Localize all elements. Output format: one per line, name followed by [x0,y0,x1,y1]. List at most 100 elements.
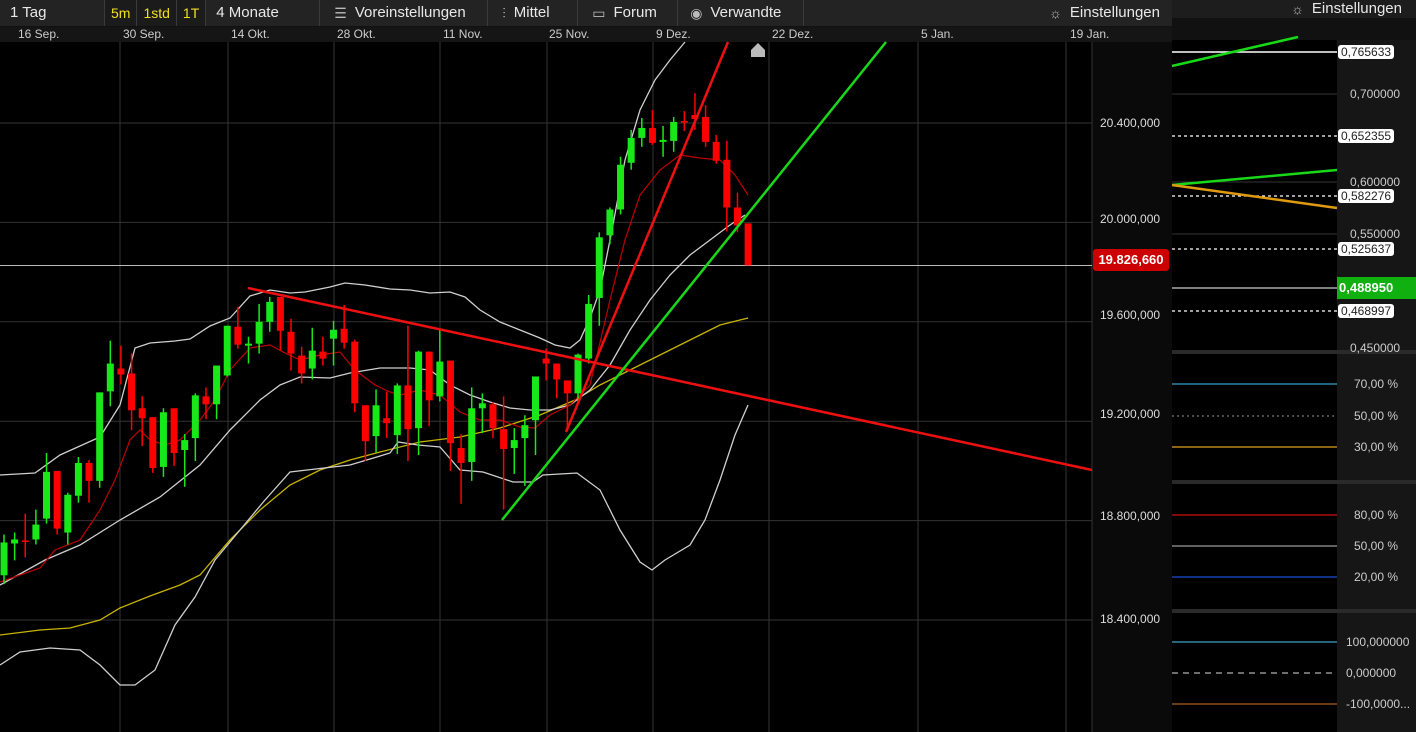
resistance-trendline [247,286,1093,472]
y-tick-label: 18.400,000 [1100,612,1161,626]
candle-down [128,373,136,411]
osc-label: 100,000000 [1346,635,1410,649]
candle-up [670,122,678,141]
candle-down [21,540,29,542]
candle-down [723,159,731,208]
candle-down [117,368,125,375]
level-box: 0,525637 [1338,242,1395,256]
candle-down [234,326,242,345]
candle-up [330,329,338,339]
candle-up [0,542,8,576]
candle-up [213,365,221,405]
candle-up [436,361,444,397]
candle-up [510,440,518,449]
current-price-badge: 19.826,660 [1093,249,1169,271]
candle-up [266,301,274,322]
candle-up [468,408,476,462]
candle-down [404,385,412,430]
candle-up [244,343,252,346]
candle-up [415,351,423,429]
osc-label: 0,000000 [1346,666,1397,680]
osc-label: 50,00 % [1354,539,1399,553]
candle-up [32,524,40,540]
candle-up [64,494,72,533]
candle-up [478,403,486,409]
y-tick-label: 20.000,000 [1100,212,1161,226]
candle-down [383,418,391,424]
candle-down [149,417,157,468]
candle-up [606,209,614,236]
candle-down [712,141,720,161]
candle-up [96,392,104,481]
osc-label: 70,00 % [1354,377,1399,391]
candle-down [340,328,348,343]
candle-up [627,137,635,163]
candle-up [11,539,19,544]
level-box: 0,582276 [1338,189,1395,203]
osc-label: 50,00 % [1354,409,1399,423]
y-tick-label: 19.600,000 [1100,308,1161,322]
candle-down [298,355,306,374]
candle-down [170,408,178,454]
candle-up [659,139,667,142]
candle-up [43,471,51,519]
candle-up [638,127,646,138]
candle-up [595,237,603,298]
support-trendline [501,41,887,521]
candle-down [287,331,295,354]
right-axis-label: 0,550000 [1350,227,1401,241]
osc-label: -100,0000... [1346,697,1411,711]
candle-down [489,404,497,429]
right-axis-bg [1337,18,1416,732]
candle-up [181,440,189,451]
right-axis-label: 0,700000 [1350,87,1401,101]
candle-up [532,376,539,421]
osc-label: 20,00 % [1354,570,1399,584]
price-chart[interactable] [0,0,1416,732]
candle-down [446,360,454,444]
level-box: 0,765633 [1338,45,1395,59]
price-axis-bg [1092,42,1172,732]
candle-down [648,127,656,143]
candle-down [500,429,508,450]
candle-up [159,412,167,467]
y-tick-label: 19.200,000 [1100,407,1161,421]
osc-label: 30,00 % [1354,440,1399,454]
candle-down [85,462,93,481]
candle-up [223,325,231,376]
candle-down [425,351,433,401]
level-box: 0,652355 [1338,129,1395,143]
candle-down [744,223,752,266]
candle-up [393,385,401,436]
candle-down [553,363,561,380]
candles [0,93,752,585]
candle-down [361,405,369,442]
candle-down [202,396,210,405]
right-axis-label: 0,450000 [1350,341,1401,355]
candle-down [542,358,550,364]
candle-up [106,363,114,392]
right-current-badge: 0,488950 [1337,277,1416,299]
level-box: 0,468997 [1338,304,1395,318]
home-icon[interactable] [751,43,765,57]
candle-down [680,121,688,123]
candle-up [255,321,263,344]
candle-down [276,296,284,331]
right-axis-label: 0,600000 [1350,175,1401,189]
y-tick-label: 18.800,000 [1100,509,1161,523]
candle-down [563,380,571,394]
candle-down [53,470,61,529]
y-tick-label: 20.400,000 [1100,116,1161,130]
candle-up [521,425,529,439]
candle-up [74,462,82,496]
bollinger-lower-line [0,404,749,686]
candle-down [457,448,465,463]
candle-up [617,164,625,210]
candle-down [351,341,359,404]
candle-up [308,350,316,369]
candle-down [319,351,327,359]
candle-down [702,117,710,142]
candle-up [585,303,593,359]
osc-label: 80,00 % [1354,508,1399,522]
candle-up [372,405,380,437]
